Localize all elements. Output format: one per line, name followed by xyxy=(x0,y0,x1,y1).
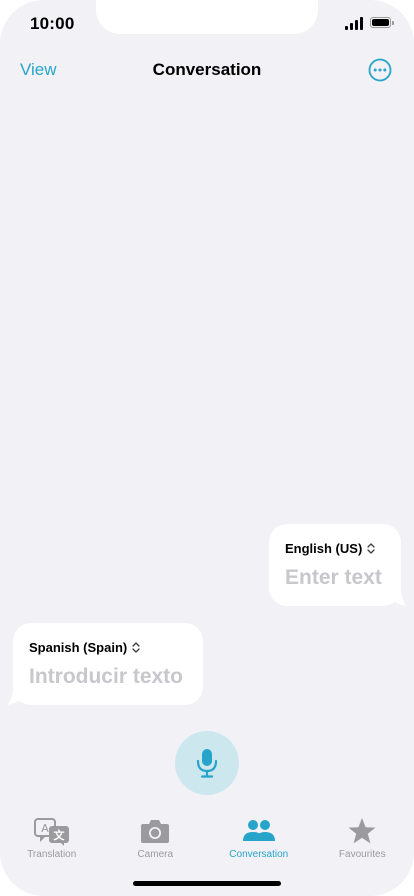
camera-icon xyxy=(139,817,171,850)
app-screen: 10:00 View Conversation English (US) Ent… xyxy=(0,0,414,896)
tab-label: Favourites xyxy=(338,849,386,860)
spanish-input-bubble[interactable]: Spanish (Spain) Introducir texto xyxy=(13,623,203,705)
spanish-language-label: Spanish (Spain) xyxy=(29,640,128,655)
ellipsis-circle-icon[interactable] xyxy=(368,58,392,82)
page-title: Conversation xyxy=(152,60,262,79)
english-input-bubble[interactable]: English (US) Enter text xyxy=(269,524,401,606)
spanish-text-input[interactable]: Introducir texto xyxy=(29,665,183,689)
home-indicator[interactable] xyxy=(133,881,281,886)
star-icon xyxy=(347,817,377,850)
status-time: 10:00 xyxy=(30,14,75,33)
bubble-tail-right xyxy=(391,588,407,606)
translation-icon: A 文 xyxy=(33,817,71,852)
tab-label: Camera xyxy=(137,849,174,860)
tab-camera[interactable]: Camera xyxy=(104,812,208,868)
status-bar: 10:00 xyxy=(0,0,414,44)
people-icon xyxy=(242,817,276,850)
chevron-up-down-icon xyxy=(367,542,375,557)
english-language-label: English (US) xyxy=(285,541,363,556)
tab-conversation[interactable]: Conversation xyxy=(207,812,311,868)
tab-label: Translation xyxy=(27,849,77,860)
battery-icon xyxy=(370,17,394,28)
tab-favourites[interactable]: Favourites xyxy=(311,812,414,868)
english-text-input[interactable]: Enter text xyxy=(285,566,382,590)
svg-text:文: 文 xyxy=(53,828,65,842)
tab-label: Conversation xyxy=(229,849,289,860)
bubble-tail-left xyxy=(7,687,23,705)
tab-translation[interactable]: A 文 Translation xyxy=(0,812,104,868)
english-language-selector[interactable]: English (US) xyxy=(285,541,375,557)
navigation-bar: View Conversation xyxy=(0,52,414,88)
svg-text:A: A xyxy=(41,822,49,835)
tab-bar: A 文 Translation Camera Conversation Favo… xyxy=(0,812,414,872)
microphone-icon xyxy=(196,749,218,778)
cellular-signal-icon xyxy=(345,16,363,30)
spanish-language-selector[interactable]: Spanish (Spain) xyxy=(29,640,140,656)
chevron-up-down-icon xyxy=(132,641,140,656)
microphone-button[interactable] xyxy=(175,731,239,795)
